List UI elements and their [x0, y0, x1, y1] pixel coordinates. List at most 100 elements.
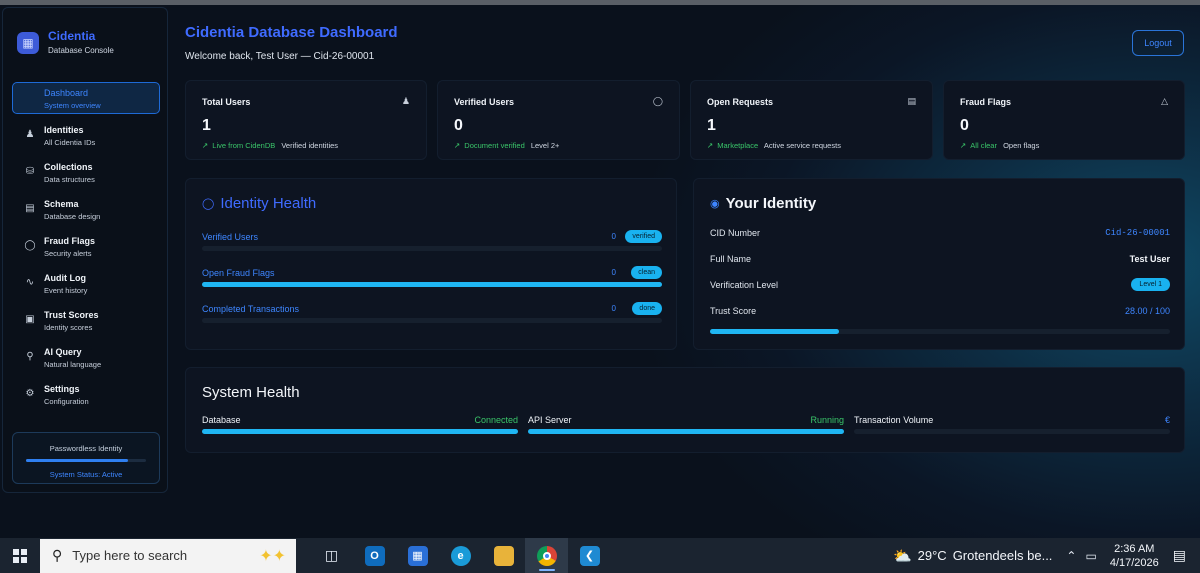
chrome-icon — [536, 545, 557, 566]
taskbar-search[interactable]: ⚲ Type here to search ✦✦ — [40, 538, 296, 573]
panel-title: Identity Health — [220, 195, 317, 212]
system-progress — [854, 429, 1170, 434]
health-row-verified-users: Verified Users 0 verified — [202, 230, 662, 251]
identity-row-level: Verification Level Level 1 — [710, 278, 1170, 291]
sidebar-item-collections[interactable]: ⛁ Collections Data structures — [12, 156, 160, 188]
users-icon: ♟ — [401, 96, 410, 106]
system-progress — [202, 429, 518, 434]
trend-up-icon: ↗ — [202, 141, 209, 150]
notification-icon[interactable]: ▤ — [1173, 547, 1186, 564]
sidebar-item-sublabel: Event history — [44, 286, 88, 295]
health-progress — [202, 318, 662, 323]
trend-up-icon: ↗ — [960, 141, 967, 150]
field-label: Verification Level — [710, 280, 779, 290]
clock[interactable]: 2:36 AM 4/17/2026 — [1110, 542, 1159, 570]
sidebar-item-dashboard[interactable]: Dashboard System overview — [12, 82, 160, 114]
status-badge: verified — [625, 230, 662, 243]
sidebar-nav: Dashboard System overview ♟ Identities A… — [12, 82, 160, 415]
windows-logo-icon — [13, 548, 27, 563]
brand-title: Cidentia — [48, 29, 96, 43]
sidebar-item-schema[interactable]: ▤ Schema Database design — [12, 193, 160, 225]
welcome-message: Welcome back, Test User — Cid-26-00001 — [185, 51, 375, 62]
stat-trend: Live from CidenDB — [212, 141, 276, 150]
briefcase-icon: ▤ — [907, 96, 916, 106]
task-view-icon: ◫ — [324, 547, 339, 563]
app-window: ▦ Cidentia Database Console Dashboard Sy… — [0, 5, 1200, 538]
search-icon: ⚲ — [26, 351, 34, 362]
database-icon: ⛁ — [25, 166, 35, 177]
weather-text: Grotendeels be... — [952, 548, 1053, 563]
sidebar-item-audit-log[interactable]: ∿ Audit Log Event history — [12, 267, 160, 299]
file-explorer-app[interactable] — [482, 538, 525, 573]
outlook-app[interactable]: O — [353, 538, 396, 573]
stat-value: 0 — [454, 117, 463, 134]
sidebar-item-label: AI Query — [44, 347, 82, 357]
shield-icon: ◯ — [24, 240, 36, 251]
chrome-app[interactable] — [525, 538, 568, 573]
search-icon: ⚲ — [52, 547, 63, 563]
sidebar-item-label: Trust Scores — [44, 310, 99, 320]
sidebar-item-ai-query[interactable]: ⚲ AI Query Natural language — [12, 341, 160, 373]
store-icon: ▦ — [407, 545, 428, 566]
health-row-completed-transactions: Completed Transactions 0 done — [202, 302, 662, 323]
stat-note: Verified identities — [281, 141, 339, 150]
store-app[interactable]: ▦ — [396, 538, 439, 573]
identity-health-header: ◯ Identity Health — [202, 195, 316, 212]
health-progress — [202, 282, 662, 287]
sidebar-item-identities[interactable]: ♟ Identities All Cidentia IDs — [12, 119, 160, 151]
brand-subtitle: Database Console — [48, 46, 114, 55]
weather-widget[interactable]: ⛅ 29°C Grotendeels be... — [893, 547, 1052, 565]
panel-title: Your Identity — [725, 195, 817, 212]
grid-icon — [24, 92, 36, 104]
health-label: Completed Transactions — [202, 304, 300, 314]
edge-app[interactable]: e — [439, 538, 482, 573]
taskbar-apps: ◫ O ▦ e ❮ — [310, 538, 611, 573]
outlook-icon: O — [364, 545, 385, 566]
gear-icon: ⚙ — [25, 388, 35, 399]
sidebar-item-label: Collections — [44, 162, 93, 172]
trust-score-value: 28.00 / 100 — [1124, 306, 1170, 316]
stat-note: Open flags — [1003, 141, 1040, 150]
sidebar-item-settings[interactable]: ⚙ Settings Configuration — [12, 378, 160, 410]
task-view-button[interactable]: ◫ — [310, 538, 353, 573]
system-label: Database — [202, 415, 241, 425]
sidebar-item-trust-scores[interactable]: ▣ Trust Scores Identity scores — [12, 304, 160, 336]
sidebar-item-label: Dashboard — [44, 88, 89, 98]
system-progress — [528, 429, 844, 434]
folder-icon — [493, 545, 514, 566]
system-health-api-server: API Server Running — [528, 415, 844, 434]
passwordless-progress-fill — [26, 459, 128, 462]
stat-title: Total Users — [202, 97, 251, 107]
trend-up-icon: ↗ — [707, 141, 714, 150]
stat-title: Fraud Flags — [960, 97, 1012, 107]
panel-title: System Health — [202, 384, 300, 401]
start-button[interactable] — [0, 538, 40, 573]
stat-footer: ↗ Marketplace Active service requests — [707, 141, 841, 150]
stat-note: Level 2+ — [530, 141, 560, 150]
meet-now-icon[interactable]: ▭ — [1085, 549, 1096, 563]
sidebar-item-sublabel: System overview — [44, 101, 101, 110]
vscode-app[interactable]: ❮ — [568, 538, 611, 573]
system-status: Connected — [474, 415, 518, 425]
identity-row-name: Full Name Test User — [710, 254, 1170, 264]
stat-card-total-users: Total Users ♟ 1 ↗ Live from CidenDB Verif… — [185, 80, 427, 160]
stat-footer: ↗ Live from CidenDB Verified identities — [202, 141, 338, 150]
stat-title: Open Requests — [707, 97, 774, 107]
sidebar-item-label: Audit Log — [44, 273, 86, 283]
vscode-icon: ❮ — [579, 545, 600, 566]
system-label: Transaction Volume — [854, 415, 934, 425]
health-count: 0 — [611, 304, 616, 313]
trust-score-progress-fill — [710, 329, 839, 334]
system-progress-fill — [202, 429, 518, 434]
system-health-transaction-volume: Transaction Volume € — [854, 415, 1170, 434]
health-row-open-fraud-flags: Open Fraud Flags 0 clean — [202, 266, 662, 287]
sidebar-item-label: Fraud Flags — [44, 236, 96, 246]
logout-button[interactable]: Logout — [1132, 30, 1184, 56]
chevron-up-icon[interactable]: ⌃ — [1066, 549, 1076, 563]
stat-footer: ↗ All clear Open flags — [960, 141, 1039, 150]
eye-icon: ◉ — [710, 198, 720, 210]
sidebar-item-fraud-flags[interactable]: ◯ Fraud Flags Security alerts — [12, 230, 160, 262]
currency-icon: € — [1164, 415, 1170, 425]
system-health-panel: System Health Database Connected API Ser… — [185, 367, 1185, 453]
system-progress-fill — [528, 429, 844, 434]
